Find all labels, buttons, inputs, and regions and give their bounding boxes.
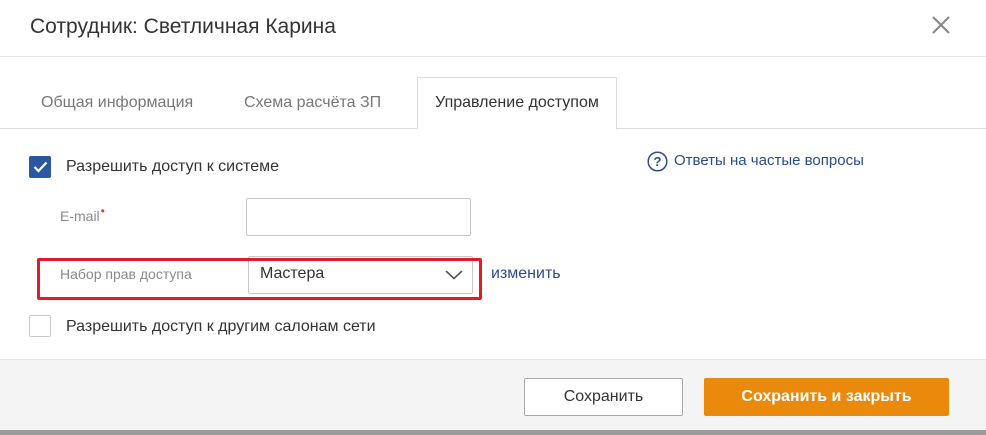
checkmark-icon xyxy=(33,161,48,173)
required-mark: • xyxy=(100,204,105,218)
email-input[interactable] xyxy=(246,198,471,236)
save-and-close-button[interactable]: Сохранить и закрыть xyxy=(704,378,949,416)
allow-other-salons-label: Разрешить доступ к другим салонам сети xyxy=(66,318,376,335)
email-label-text: E-mail xyxy=(60,208,100,224)
tab-salary-scheme[interactable]: Схема расчёта ЗП xyxy=(244,94,381,112)
chevron-down-icon xyxy=(445,270,463,280)
question-circle-icon: ? xyxy=(647,151,668,172)
tab-general-info[interactable]: Общая информация xyxy=(41,94,193,112)
allow-system-label: Разрешить доступ к системе xyxy=(66,158,280,175)
dialog-header: Сотрудник: Светличная Карина xyxy=(0,0,986,57)
footer-bottom-border xyxy=(0,430,986,435)
access-rights-select[interactable]: Мастера xyxy=(248,256,473,294)
faq-label: Ответы на частые вопросы xyxy=(674,152,864,169)
allow-system-checkbox[interactable] xyxy=(29,156,51,178)
access-rights-value: Мастера xyxy=(260,265,325,282)
dialog-title: Сотрудник: Светличная Карина xyxy=(30,15,336,38)
email-label: E-mail• xyxy=(60,204,105,224)
close-icon[interactable] xyxy=(930,14,952,36)
access-rights-label: Набор прав доступа xyxy=(60,266,192,282)
tab-bar: Общая информация Схема расчёта ЗП Управл… xyxy=(0,57,986,130)
change-rights-link[interactable]: изменить xyxy=(491,265,561,283)
svg-text:?: ? xyxy=(654,154,662,169)
tab-access-management[interactable]: Управление доступом xyxy=(417,77,617,130)
save-button[interactable]: Сохранить xyxy=(524,378,683,416)
dialog-footer: Сохранить Сохранить и закрыть xyxy=(0,359,986,435)
allow-other-salons-checkbox[interactable] xyxy=(29,315,51,337)
